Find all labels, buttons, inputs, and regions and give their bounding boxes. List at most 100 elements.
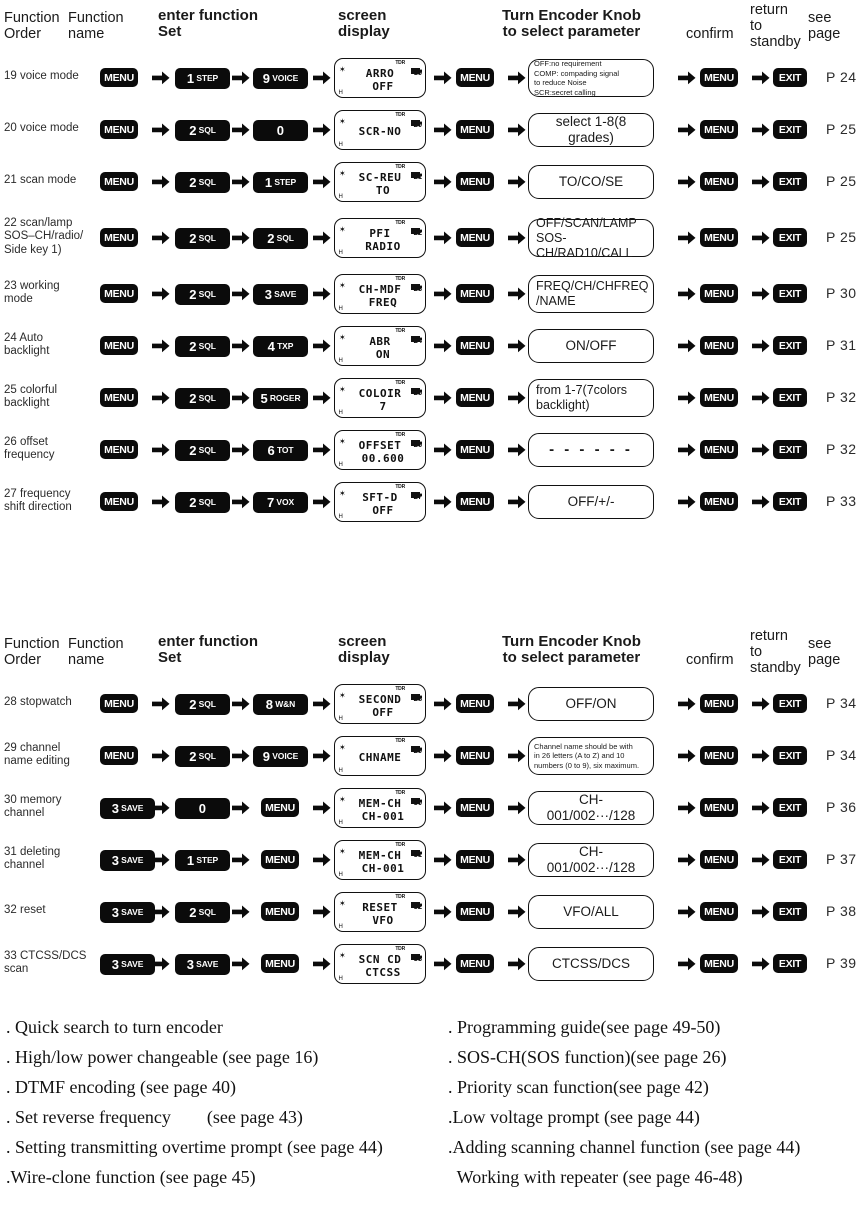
exit-key-button[interactable]: EXIT — [773, 492, 807, 511]
menu-key-button[interactable]: MENU — [700, 120, 738, 139]
exit-key-button[interactable]: EXIT — [773, 388, 807, 407]
numeric-key-1-button[interactable]: 1 STEP — [175, 850, 230, 871]
numeric-key-2-button[interactable]: 2 SQL — [175, 284, 230, 305]
numeric-key-3-button[interactable]: 3 SAVE — [100, 798, 155, 819]
numeric-key-0-button[interactable]: 0 — [175, 798, 230, 819]
menu-key-button[interactable]: MENU — [100, 440, 138, 459]
numeric-key-2-button[interactable]: 2 SQL — [175, 492, 230, 513]
exit-key-button[interactable]: EXIT — [773, 798, 807, 817]
menu-key-button[interactable]: MENU — [456, 120, 494, 139]
menu-key-button[interactable]: MENU — [456, 228, 494, 247]
menu-key-button[interactable]: MENU — [456, 172, 494, 191]
menu-key-button[interactable]: MENU — [100, 746, 138, 765]
menu-key-button[interactable]: MENU — [700, 284, 738, 303]
menu-key-button[interactable]: MENU — [100, 120, 138, 139]
menu-key-button[interactable]: MENU — [261, 850, 299, 869]
numeric-key-6-button[interactable]: 6 TOT — [253, 440, 308, 461]
numeric-key-1-button[interactable]: 1 STEP — [175, 68, 230, 89]
numeric-key-3-button[interactable]: 3 SAVE — [100, 850, 155, 871]
menu-key-button[interactable]: MENU — [700, 68, 738, 87]
menu-key-button[interactable]: MENU — [456, 388, 494, 407]
menu-key-button[interactable]: MENU — [261, 902, 299, 921]
numeric-key-3-button[interactable]: 3 SAVE — [100, 902, 155, 923]
exit-key-button[interactable]: EXIT — [773, 228, 807, 247]
numeric-key-7-button[interactable]: 7 VOX — [253, 492, 308, 513]
menu-key-button[interactable]: MENU — [456, 902, 494, 921]
key-sublabel: SQL — [198, 289, 216, 300]
menu-key-button[interactable]: MENU — [100, 172, 138, 191]
numeric-key-0-button[interactable]: 0 — [253, 120, 308, 141]
menu-key-button[interactable]: MENU — [100, 694, 138, 713]
flow-arrow-icon — [152, 231, 170, 245]
menu-key-button[interactable]: MENU — [700, 746, 738, 765]
numeric-key-2-button[interactable]: 2 SQL — [175, 694, 230, 715]
numeric-key-2-button[interactable]: 2 SQL — [175, 172, 230, 193]
numeric-key-2-button[interactable]: 2 SQL — [175, 746, 230, 767]
numeric-key-3-button[interactable]: 3 SAVE — [253, 284, 308, 305]
exit-key-button[interactable]: EXIT — [773, 746, 807, 765]
numeric-key-2-button[interactable]: 2 SQL — [175, 120, 230, 141]
menu-key-button[interactable]: MENU — [700, 798, 738, 817]
menu-key-button[interactable]: MENU — [100, 68, 138, 87]
numeric-key-8-button[interactable]: 8 W&N — [253, 694, 308, 715]
menu-key-button[interactable]: MENU — [700, 492, 738, 511]
exit-key-button[interactable]: EXIT — [773, 954, 807, 973]
menu-key-button[interactable]: MENU — [700, 694, 738, 713]
menu-key-button[interactable]: MENU — [700, 850, 738, 869]
numeric-key-3-button[interactable]: 3 SAVE — [100, 954, 155, 975]
menu-key-button[interactable]: MENU — [100, 284, 138, 303]
menu-key-button[interactable]: MENU — [700, 228, 738, 247]
menu-key-button[interactable]: MENU — [456, 694, 494, 713]
menu-key-button[interactable]: MENU — [456, 68, 494, 87]
menu-key-button[interactable]: MENU — [456, 284, 494, 303]
menu-key-button[interactable]: MENU — [700, 954, 738, 973]
menu-key-button[interactable]: MENU — [100, 388, 138, 407]
flow-arrow-icon — [434, 957, 452, 971]
menu-key-button[interactable]: MENU — [456, 954, 494, 973]
menu-key-button[interactable]: MENU — [700, 440, 738, 459]
numeric-key-4-button[interactable]: 4 TXP — [253, 336, 308, 357]
exit-key-button[interactable]: EXIT — [773, 850, 807, 869]
flow-arrow-icon — [313, 957, 331, 971]
numeric-key-3-button[interactable]: 3 SAVE — [175, 954, 230, 975]
exit-key-button[interactable]: EXIT — [773, 694, 807, 713]
numeric-key-2-button[interactable]: 2 SQL — [175, 902, 230, 923]
function-table-row: 20 voice mode MENU 2 SQL 0 ✶ TDR 20 H SCR-NO MENU s… — [0, 104, 863, 156]
key-label: EXIT — [778, 231, 802, 244]
lcd-screen-display: ✶ TDR 26 H OFFSET 00.600 — [334, 430, 426, 470]
menu-key-button[interactable]: MENU — [456, 798, 494, 817]
menu-key-button[interactable]: MENU — [456, 336, 494, 355]
menu-key-button[interactable]: MENU — [100, 336, 138, 355]
numeric-key-2-button[interactable]: 2 SQL — [175, 388, 230, 409]
exit-key-button[interactable]: EXIT — [773, 440, 807, 459]
menu-key-button[interactable]: MENU — [456, 492, 494, 511]
exit-key-button[interactable]: EXIT — [773, 68, 807, 87]
menu-key-button[interactable]: MENU — [700, 336, 738, 355]
menu-key-button[interactable]: MENU — [261, 954, 299, 973]
exit-key-button[interactable]: EXIT — [773, 284, 807, 303]
menu-key-button[interactable]: MENU — [700, 902, 738, 921]
exit-key-button[interactable]: EXIT — [773, 172, 807, 191]
numeric-key-2-button[interactable]: 2 SQL — [175, 228, 230, 249]
numeric-key-2-button[interactable]: 2 SQL — [253, 228, 308, 249]
menu-key-button[interactable]: MENU — [261, 798, 299, 817]
numeric-key-2-button[interactable]: 2 SQL — [175, 440, 230, 461]
numeric-key-5-button[interactable]: 5 ROGER — [253, 388, 308, 409]
parameter-option-text: OFF/ON — [565, 696, 617, 711]
menu-key-button[interactable]: MENU — [700, 388, 738, 407]
numeric-key-1-button[interactable]: 1 STEP — [253, 172, 308, 193]
numeric-key-2-button[interactable]: 2 SQL — [175, 336, 230, 357]
exit-key-button[interactable]: EXIT — [773, 902, 807, 921]
menu-key-button[interactable]: MENU — [456, 440, 494, 459]
menu-key-button[interactable]: MENU — [700, 172, 738, 191]
menu-key-button[interactable]: MENU — [100, 492, 138, 511]
menu-key-button[interactable]: MENU — [456, 850, 494, 869]
numeric-key-9-button[interactable]: 9 VOICE — [253, 746, 308, 767]
numeric-key-9-button[interactable]: 9 VOICE — [253, 68, 308, 89]
menu-key-button[interactable]: MENU — [100, 228, 138, 247]
see-page-reference: P 34 — [826, 695, 857, 711]
exit-key-button[interactable]: EXIT — [773, 336, 807, 355]
menu-key-button[interactable]: MENU — [456, 746, 494, 765]
exit-key-button[interactable]: EXIT — [773, 120, 807, 139]
key-label: EXIT — [778, 495, 802, 508]
